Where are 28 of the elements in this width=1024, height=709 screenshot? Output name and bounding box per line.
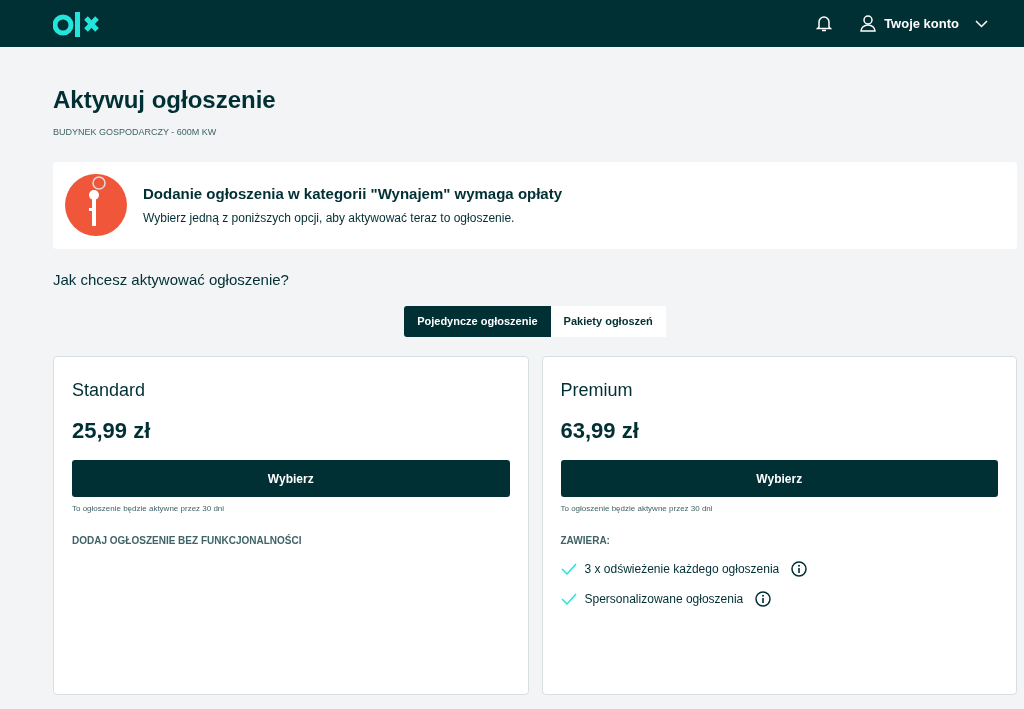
duration-note: To ogłoszenie będzie aktywne przez 30 dni (560, 503, 714, 515)
account-menu[interactable]: Twoje konto (860, 13, 988, 34)
tab[interactable]: Pakiety ogłoszeń (550, 306, 666, 337)
select-button[interactable]: Wybierz (560, 460, 998, 497)
feature-text: 3 x odświeżenie każdego ogłoszenia (584, 561, 780, 578)
checkmark-icon (560, 562, 577, 576)
info-icon[interactable] (791, 561, 808, 577)
key-icon (65, 174, 127, 236)
feature-text: Spersonalizowane ogłoszenia (584, 591, 744, 608)
user-icon (860, 15, 877, 32)
section-heading: ZAWIERA: (560, 534, 611, 548)
plan-name: Standard (72, 379, 147, 402)
checkmark-icon (560, 592, 577, 606)
notice-title: Dodanie ogłoszenia w kategorii "Wynajem" wymaga opłaty (143, 183, 563, 204)
page-title: Aktywuj ogłoszenie (53, 85, 277, 115)
plan-name: Premium (560, 379, 634, 402)
listing-title: BUDYNEK GOSPODARCZY - 600M KW (53, 126, 218, 139)
select-button[interactable]: Wybierz (72, 460, 510, 497)
chevron-down-icon (975, 19, 988, 28)
duration-note: To ogłoszenie będzie aktywne przez 30 dni (72, 503, 226, 515)
section-heading: DODAJ OGŁOSZENIE BEZ FUNKCJONALNOŚCI (72, 533, 303, 548)
question-text: Jak chcesz aktywować ogłoszenie? (53, 269, 290, 290)
notice-text: Wybierz jedną z poniższych opcji, aby aktywować teraz to ogłoszenie. (143, 210, 516, 228)
tab[interactable]: Pojedyncze ogłoszenie (404, 306, 551, 337)
plan-price: 25,99 zł (72, 417, 152, 445)
plan-price: 63,99 zł (560, 417, 640, 445)
info-icon[interactable] (755, 591, 772, 607)
bell-icon[interactable] (816, 15, 833, 32)
